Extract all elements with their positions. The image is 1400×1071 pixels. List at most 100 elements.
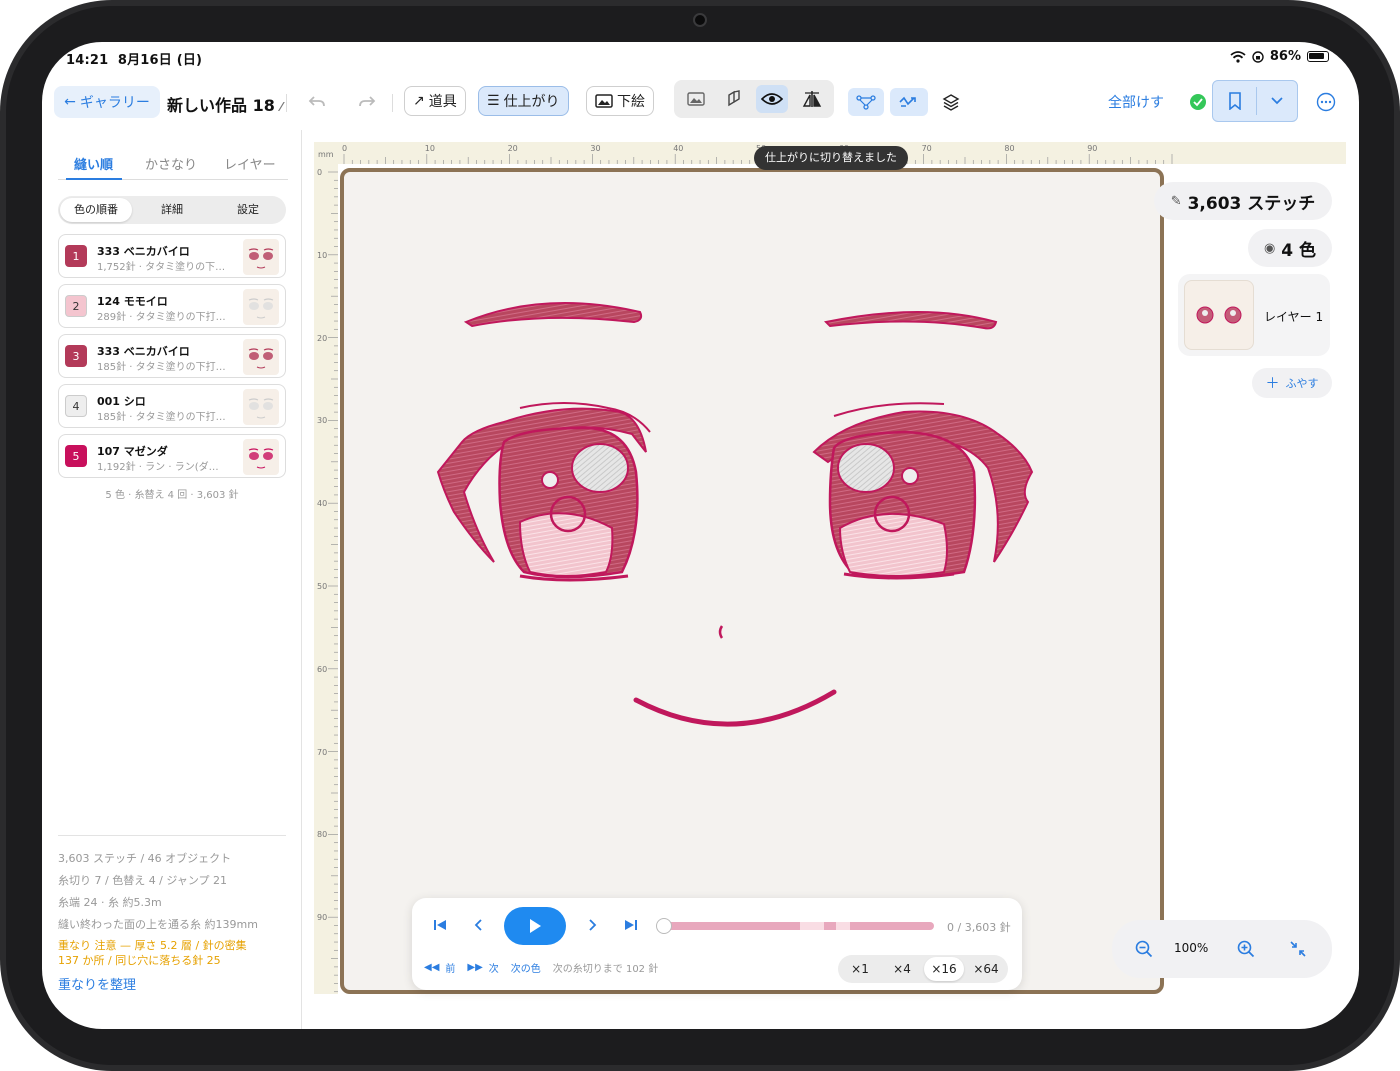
tab-overlap[interactable]: かさなり [145, 154, 197, 173]
subtab-settings[interactable]: 設定 [210, 196, 286, 224]
progress-knob[interactable] [656, 918, 672, 934]
nose [718, 625, 724, 639]
overlap-warning-detail: 137 か所 / 同じ穴に落ちる針 25 [58, 954, 221, 967]
canvas-area: mm 0102030405060708090 01020304050607080… [314, 142, 1346, 994]
undo-icon[interactable] [301, 88, 333, 116]
wrench-icon: ↗ [413, 93, 425, 109]
finish-label: 仕上がり [503, 94, 560, 110]
ruler-label-left: 70 [317, 747, 328, 757]
zoom-out-icon[interactable] [1128, 935, 1160, 963]
skip-to-start-icon[interactable] [424, 911, 456, 939]
ruler-label-left: 20 [317, 333, 328, 343]
tools-button[interactable]: ↗ 道具 [404, 86, 466, 116]
ruler-label-top: 40 [673, 144, 684, 153]
color-swatch: 1 [65, 245, 87, 267]
navigation-row: ◀◀ 前 ▶▶ 次 次の色 次の糸切りまで 102 針 [424, 960, 658, 975]
speed-x1[interactable]: ×1 [840, 955, 880, 983]
ruler-label-top: 0 [342, 144, 348, 153]
add-layer-label: ふやす [1285, 377, 1319, 390]
zoom-controls: 100% [1112, 920, 1332, 978]
speed-x4[interactable]: ×4 [882, 955, 922, 983]
left-eye [436, 402, 651, 582]
chevron-down-icon[interactable] [1261, 87, 1293, 115]
app-screen: 14:21 8月16日 (日) 86% ← ギャラリー 新しい作品 18 ⁄ ↗ [42, 42, 1359, 1029]
eye-icon[interactable] [756, 85, 788, 113]
step-forward-icon[interactable] [577, 911, 609, 939]
redo-icon[interactable] [351, 88, 383, 116]
divider [286, 94, 287, 112]
next-color-label[interactable]: 次の色 [511, 960, 541, 975]
3d-view-icon[interactable] [718, 85, 750, 113]
back-to-gallery-button[interactable]: ← ギャラリー [54, 86, 160, 118]
mouth [633, 689, 837, 727]
color-thumbnail [243, 439, 279, 475]
speed-x64[interactable]: ×64 [966, 955, 1006, 983]
plus-icon: ＋ [1265, 376, 1280, 392]
stat-stitches: 3,603 ステッチ / 46 オブジェクト [58, 852, 232, 865]
left-eyebrow [463, 302, 643, 328]
fit-to-screen-icon[interactable] [1282, 935, 1314, 963]
path-route-icon[interactable] [890, 88, 928, 116]
color-swatch: 5 [65, 445, 87, 467]
wifi-icon [1230, 50, 1246, 63]
more-icon[interactable] [1310, 88, 1342, 116]
document-title-text: 新しい作品 18 [167, 96, 275, 115]
color-list-item[interactable]: 1 333 ベニカバイロ 1,752針 · タタミ塗りの下… [58, 234, 286, 278]
zoom-in-icon[interactable] [1230, 935, 1262, 963]
back-label: ギャラリー [79, 95, 150, 111]
color-detail: 1,752針 · タタミ塗りの下… [97, 262, 226, 273]
nodes-icon[interactable] [848, 88, 884, 116]
color-count-pill: ◉ 4 色 [1248, 229, 1332, 267]
speed-x16[interactable]: ×16 [924, 957, 964, 981]
playback-controls: 0 / 3,603 針 ◀◀ 前 ▶▶ 次 次の色 次の糸切りまで 102 針 … [412, 898, 1022, 990]
play-button[interactable] [504, 907, 566, 945]
ruler-label-top: 90 [1087, 144, 1098, 153]
color-detail: 289針 · タタミ塗りの下打… [97, 312, 226, 323]
stitch-counter: 0 / 3,603 針 [947, 921, 1011, 934]
next-color-link[interactable]: 次 [489, 960, 499, 975]
color-list-item[interactable]: 5 107 マゼンダ 1,192針 · ラン · ラン(ダ… [58, 434, 286, 478]
step-back-icon[interactable] [462, 911, 494, 939]
clear-all-button[interactable]: 全部けす [1108, 92, 1164, 112]
sub-segment: 色の順番 詳細 設定 [58, 196, 286, 224]
check-circle-icon [1182, 88, 1214, 116]
embroidery-design [436, 302, 1034, 727]
document-title[interactable]: 新しい作品 18 ⁄ [167, 92, 282, 116]
divider [392, 94, 393, 112]
layer-card[interactable]: レイヤー 1 [1178, 274, 1330, 356]
color-name: 124 モモイロ [97, 295, 168, 308]
panel-tabs: 縫い順 かさなり レイヤー [58, 154, 288, 180]
color-list-item[interactable]: 2 124 モモイロ 289針 · タタミ塗りの下打… [58, 284, 286, 328]
progress-track[interactable] [664, 922, 934, 930]
ruler-label-top: 70 [921, 144, 932, 153]
rewind-icon[interactable]: ◀◀ [424, 962, 439, 973]
color-name: 333 ベニカバイロ [97, 245, 190, 258]
layers-icon[interactable] [935, 88, 967, 116]
ruler-label-left: 50 [317, 582, 328, 591]
embroidery-hoop[interactable] [340, 168, 1164, 994]
tab-stitch-order[interactable]: 縫い順 [74, 154, 113, 173]
organize-overlap-link[interactable]: 重なりを整理 [58, 974, 136, 993]
stat-trims: 糸切り 7 / 色替え 4 / ジャンプ 21 [58, 874, 228, 887]
battery-icon [1307, 51, 1329, 62]
stitch-count: 3,603 ステッチ [1187, 193, 1316, 214]
subtab-detail[interactable]: 詳細 [134, 196, 210, 224]
bookmark-icon[interactable] [1219, 87, 1251, 115]
prev-color-link[interactable]: 前 [445, 960, 455, 975]
underlay-button[interactable]: 下絵 [586, 86, 654, 116]
add-layer-button[interactable]: ＋ ふやす [1252, 368, 1332, 398]
tab-layer[interactable]: レイヤー [224, 154, 276, 173]
photo-view-icon[interactable] [680, 85, 712, 113]
color-list-item[interactable]: 3 333 ベニカバイロ 185針 · タタミ塗りの下打… [58, 334, 286, 378]
subtab-color-order[interactable]: 色の順番 [60, 198, 132, 222]
speed-selector: ×1 ×4 ×16 ×64 [838, 955, 1008, 983]
status-time: 14:21 8月16日 (日) [66, 49, 202, 68]
fast-forward-icon[interactable]: ▶▶ [467, 962, 482, 973]
finish-view-button[interactable]: ☰ 仕上がり [478, 86, 569, 116]
stitch-count-pill: ✎ 3,603 ステッチ [1154, 182, 1332, 220]
ruler-label-top: 10 [424, 144, 435, 153]
color-list-item[interactable]: 4 001 シロ 185針 · タタミ塗りの下打… [58, 384, 286, 428]
mirror-icon[interactable] [796, 85, 828, 113]
layer-thumbnail [1184, 280, 1254, 350]
skip-to-end-icon[interactable] [615, 911, 647, 939]
